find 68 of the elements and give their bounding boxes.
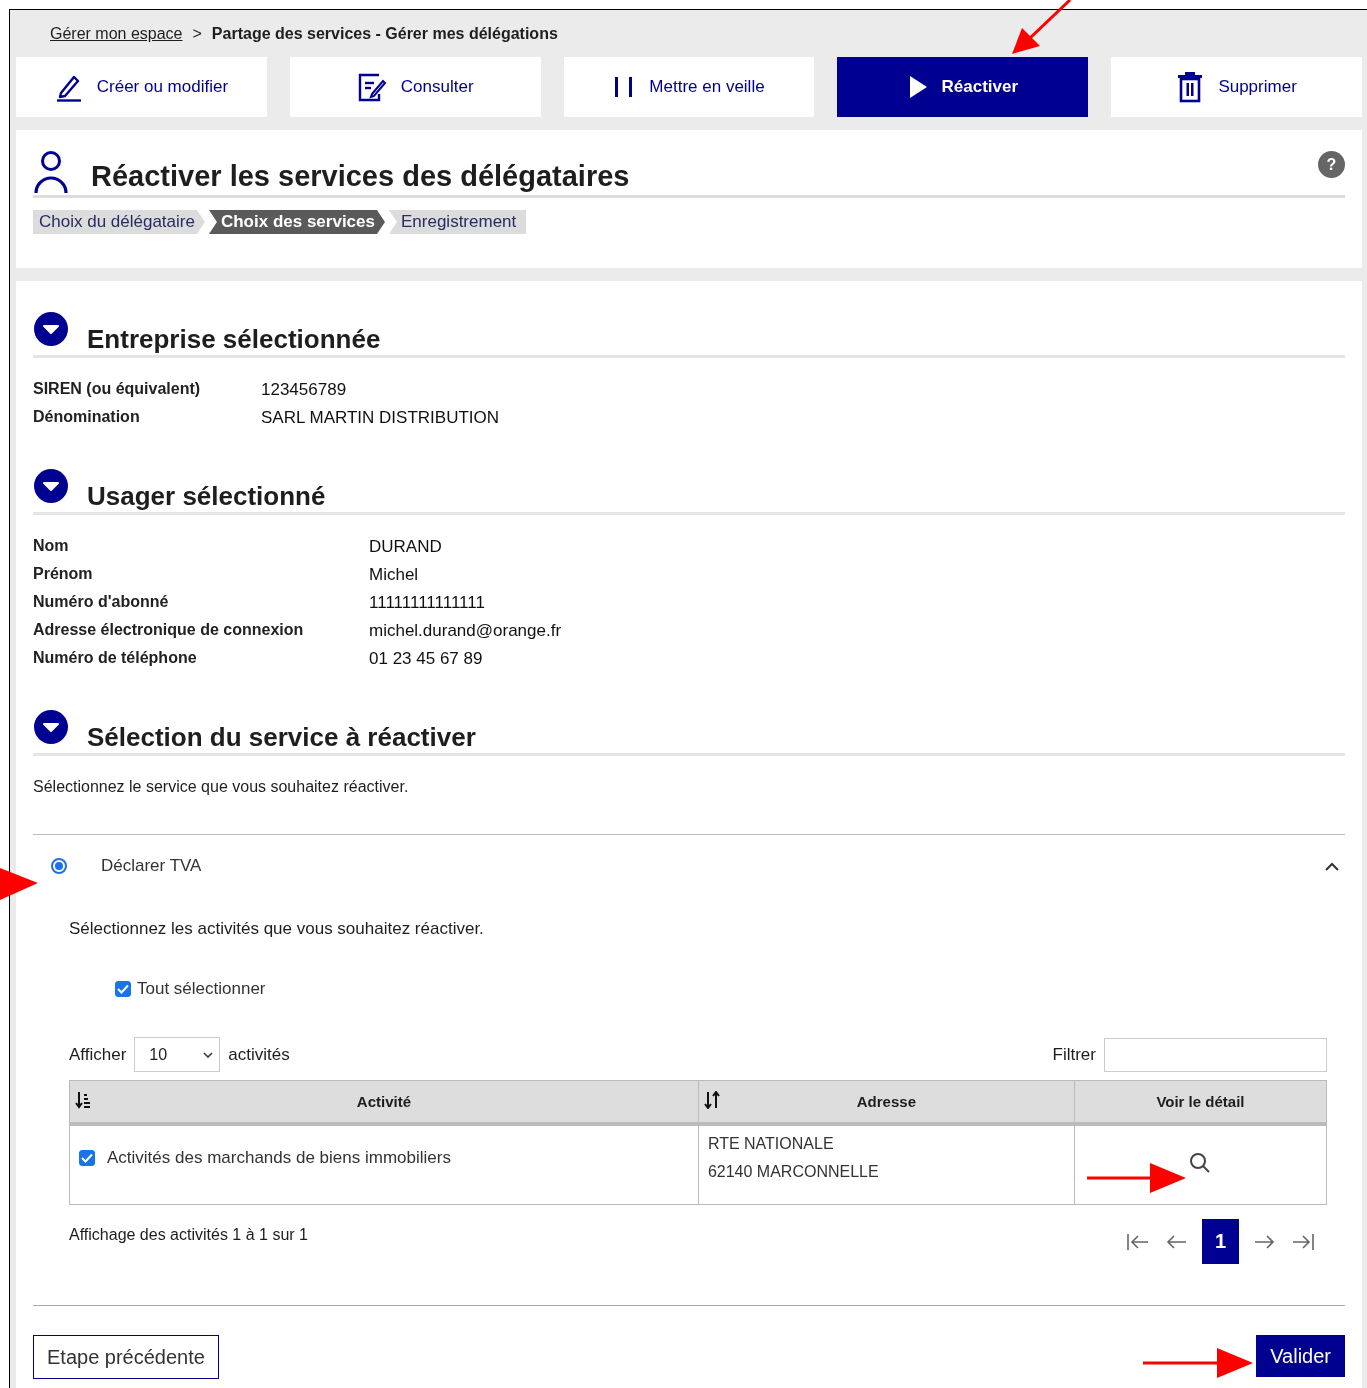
action-tab[interactable]: Créer ou modifier — [16, 57, 267, 117]
filter-label: Filtrer — [1052, 1044, 1096, 1065]
chevron-up-icon[interactable] — [1325, 861, 1339, 871]
field-value: DURAND — [369, 537, 443, 557]
table-cell: Activités des marchands de biens immobiliers — [107, 1148, 451, 1168]
first-page-icon[interactable] — [1126, 1231, 1150, 1252]
service-label: Déclarer TVA — [101, 856, 202, 876]
page-size-select[interactable]: 10 — [134, 1037, 221, 1072]
breadcrumb-separator: > — [192, 24, 202, 43]
previous-step-button[interactable]: Etape précédente — [33, 1335, 219, 1379]
help-icon[interactable]: ? — [1318, 151, 1345, 178]
field-label: Adresse électronique de connexion — [33, 621, 305, 640]
column-header[interactable]: Activité — [69, 1080, 699, 1124]
table-cell-text: RTE NATIONALE — [707, 1134, 835, 1154]
field-value: Michel — [369, 565, 420, 585]
checkbox[interactable] — [79, 1150, 95, 1166]
breadcrumb-link[interactable]: Gérer mon espace — [50, 24, 183, 43]
field-value: michel.durand@orange.fr — [369, 621, 563, 641]
step-indicator: Enregistrement — [389, 210, 527, 234]
instruction-text: Sélectionnez le service que vous souhaitez réactiver. — [33, 778, 410, 796]
results-summary: Affichage des activités 1 à 1 sur 1 — [69, 1225, 308, 1244]
search-icon[interactable] — [1189, 1151, 1212, 1174]
caret-icon — [203, 1051, 214, 1058]
chevron-down-icon — [33, 311, 69, 347]
column-header[interactable]: Adresse — [698, 1080, 1075, 1124]
trash-icon — [1176, 71, 1205, 103]
document-edit-icon — [356, 72, 387, 102]
field-value: SARL MARTIN DISTRIBUTION — [261, 408, 501, 428]
filter-field[interactable] — [1104, 1037, 1327, 1072]
checkbox-label: Tout sélectionner — [137, 979, 266, 999]
instruction-text: Sélectionnez les activités que vous souhaitez réactiver. — [69, 919, 485, 939]
section-title: Entreprise sélectionnée — [87, 323, 381, 355]
section-title: Usager sélectionné — [87, 480, 326, 512]
table-cell-text: 62140 MARCONNELLE — [707, 1162, 880, 1182]
action-tab[interactable]: Consulter — [289, 57, 541, 117]
action-tab[interactable]: Mettre en veille — [563, 57, 815, 117]
checkbox[interactable] — [115, 981, 131, 997]
action-tab[interactable]: Supprimer — [1111, 57, 1362, 117]
field-label: Dénomination — [33, 408, 141, 427]
field-label: Prénom — [33, 565, 94, 584]
user-icon — [33, 150, 69, 194]
field-label: Nom — [33, 537, 70, 556]
sort-icon — [703, 1091, 720, 1109]
page-button[interactable]: 1 — [1202, 1219, 1239, 1264]
play-icon — [907, 75, 928, 99]
last-page-icon[interactable] — [1291, 1231, 1315, 1252]
submit-button[interactable]: Valider — [1256, 1335, 1345, 1377]
chevron-down-icon — [33, 709, 69, 745]
sort-descending-icon — [75, 1091, 91, 1109]
field-label: Numéro d'abonné — [33, 593, 170, 612]
field-label: Numéro de téléphone — [33, 649, 198, 668]
step-indicator: Choix du délégataire — [33, 210, 205, 234]
field-label: SIREN (ou équivalent) — [33, 380, 202, 399]
section-title: Sélection du service à réactiver — [87, 721, 476, 753]
page-size-label: activités — [228, 1044, 290, 1065]
annotation-arrow — [1012, 0, 1072, 54]
page-size-label: Afficher — [69, 1044, 127, 1065]
field-value: 01 23 45 67 89 — [369, 649, 484, 669]
action-tab[interactable]: Réactiver — [837, 57, 1089, 117]
step-indicator: Choix des services — [208, 210, 385, 234]
field-value: 11111111111111 — [369, 593, 486, 613]
radio-button[interactable] — [51, 858, 67, 874]
field-value: 123456789 — [261, 380, 348, 400]
column-header: Voir le détail — [1074, 1080, 1327, 1124]
breadcrumb-current: Partage des services - Gérer mes délégations — [211, 24, 558, 43]
page-title: Réactiver les services des délégataires — [91, 159, 630, 194]
chevron-down-icon — [33, 468, 69, 504]
annotation-arrow — [0, 868, 38, 900]
